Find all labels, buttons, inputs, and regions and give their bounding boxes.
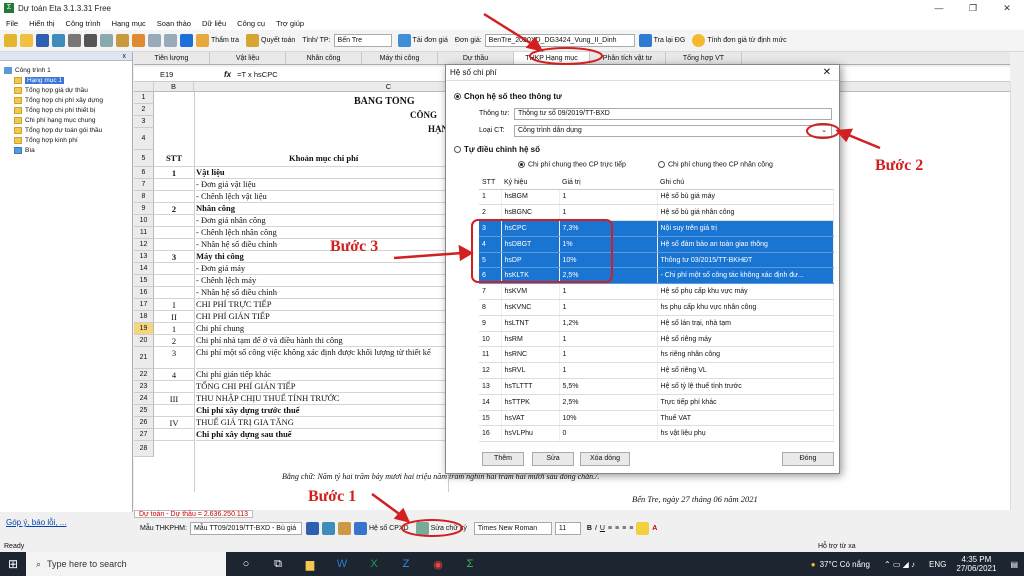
taskbar-search[interactable]: ⌕ Type here to search xyxy=(26,552,226,576)
clock[interactable]: 4:35 PM 27/06/2021 xyxy=(956,555,996,573)
search-placeholder: Type here to search xyxy=(47,559,127,569)
tray-icons[interactable]: ⌃ ▭ ◢ ♪ xyxy=(884,560,915,569)
cortana-icon[interactable]: ○ xyxy=(234,552,258,576)
arrowhead xyxy=(835,128,854,143)
task-view-icon[interactable]: ⧉ xyxy=(266,552,290,576)
zalo-icon[interactable]: Z xyxy=(394,552,418,576)
arrow-to-button xyxy=(371,492,403,518)
windows-taskbar: ⊞ ⌕ Type here to search ○ ⧉ ▆ W X Z ◉ Σ … xyxy=(0,552,1024,576)
eta-app-icon[interactable]: Σ xyxy=(458,552,482,576)
weather-icon: ● xyxy=(810,559,816,569)
annotation-buoc-2: Bước 2 xyxy=(875,157,924,174)
excel-icon[interactable]: X xyxy=(362,552,386,576)
annotation-buoc-1: Bước 1 xyxy=(308,488,357,505)
search-icon: ⌕ xyxy=(36,558,42,569)
windows-start-icon[interactable]: ⊞ xyxy=(0,552,26,576)
arrowhead xyxy=(525,36,544,52)
chrome-icon[interactable]: ◉ xyxy=(426,552,450,576)
clock-date: 27/06/2021 xyxy=(956,564,997,573)
file-explorer-icon[interactable]: ▆ xyxy=(298,552,322,576)
rows-highlight-rect xyxy=(471,219,613,283)
arrowhead xyxy=(458,244,474,262)
notification-icon[interactable]: ▤ xyxy=(1010,560,1018,569)
annotation-buoc-3: Bước 3 xyxy=(330,238,379,255)
weather-text[interactable]: 37°C Có nắng xyxy=(820,560,870,569)
language-indicator[interactable]: ENG xyxy=(929,560,946,569)
button-highlight-ellipse xyxy=(401,519,463,537)
arrow-to-tab xyxy=(483,12,536,48)
annotation-overlay xyxy=(371,12,881,537)
arrow-to-rows xyxy=(393,251,463,260)
arrow-to-dropdown xyxy=(845,132,881,150)
system-tray: ● 37°C Có nắng ⌃ ▭ ◢ ♪ ENG 4:35 PM 27/06… xyxy=(811,552,1024,576)
clock-time: 4:35 PM xyxy=(961,555,992,564)
word-icon[interactable]: W xyxy=(330,552,354,576)
dropdown-highlight-ellipse xyxy=(806,123,840,139)
